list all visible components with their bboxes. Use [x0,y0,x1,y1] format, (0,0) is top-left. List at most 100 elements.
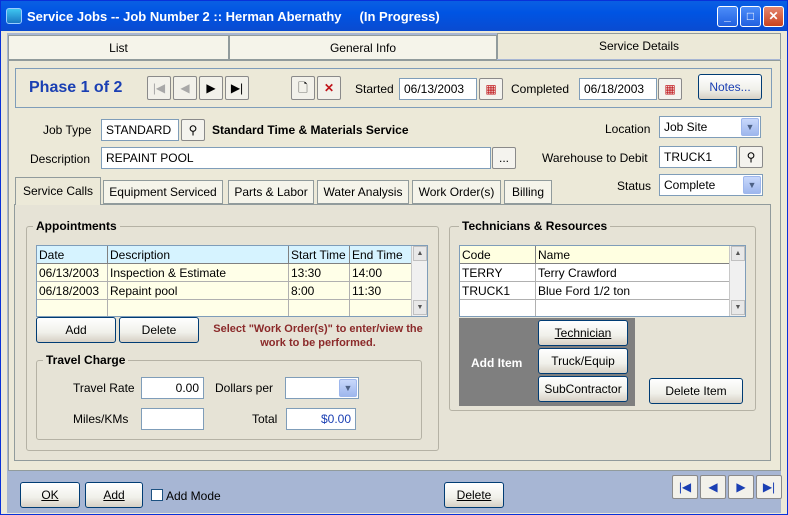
dollars-per-select[interactable]: ▼ [285,377,359,399]
next-phase-button[interactable]: ▶ [199,76,223,100]
last-phase-button[interactable]: ▶| [225,76,249,100]
started-date-field[interactable]: 06/13/2003 [399,78,477,100]
add-appointment-button[interactable]: Add [36,317,116,343]
location-value: Job Site [664,120,708,134]
delete-button[interactable]: Delete [444,482,504,508]
delete-appointment-button[interactable]: Delete [119,317,199,343]
table-row-cell[interactable] [536,300,731,316]
table-row-cell[interactable] [350,300,412,316]
table-row-cell[interactable]: 8:00 [289,282,350,300]
col-date[interactable]: Date [37,246,108,264]
window-title: Service Jobs -- Job Number 2 :: Herman A… [27,9,440,24]
technicians-grid[interactable]: Code Name TERRY Terry Crawford TRUCK1 Bl… [459,245,746,317]
warehouse-label: Warehouse to Debit [542,151,648,165]
table-row-cell[interactable] [108,300,289,316]
table-row-cell[interactable]: 13:30 [289,264,350,282]
dollars-per-label: Dollars per [215,381,274,395]
prev-record-button[interactable]: ◀ [700,475,726,499]
technicians-scrollbar[interactable]: ▲ ▼ [729,246,745,316]
table-row-cell[interactable] [289,300,350,316]
add-subcontractor-button[interactable]: SubContractor [538,376,628,402]
scroll-down-icon[interactable]: ▼ [731,300,745,315]
delete-item-button[interactable]: Delete Item [649,378,743,404]
col-description[interactable]: Description [108,246,289,264]
scroll-down-icon[interactable]: ▼ [413,300,427,315]
last-record-button[interactable]: ▶| [756,475,782,499]
table-row-cell[interactable]: Terry Crawford [536,264,731,282]
add-truck-equip-button[interactable]: Truck/Equip [538,348,628,374]
add-technician-button[interactable]: Technician [538,320,628,346]
notes-button[interactable]: Notes... [698,74,762,100]
calendar-icon: ▦ [485,82,497,96]
maximize-button[interactable]: □ [740,6,761,27]
warehouse-field[interactable]: TRUCK1 [659,146,737,168]
table-row-cell[interactable]: TRUCK1 [460,282,536,300]
appointments-grid[interactable]: Date Description Start Time End Time 06/… [36,245,428,317]
total-field: $0.00 [286,408,356,430]
subtab-equipment-serviced[interactable]: Equipment Serviced [103,180,223,204]
table-row-cell[interactable]: 06/18/2003 [37,282,108,300]
add-button[interactable]: Add [85,482,143,508]
prev-icon: ◀ [180,81,190,95]
description-field[interactable]: REPAINT POOL [101,147,491,169]
started-label: Started [355,82,394,96]
table-row-cell[interactable]: Repaint pool [108,282,289,300]
table-row-cell[interactable] [460,300,536,316]
delete-phase-button[interactable]: ✕ [317,76,341,100]
subtab-work-orders[interactable]: Work Order(s) [412,180,501,204]
dropdown-arrow-icon: ▼ [743,176,761,194]
ok-button[interactable]: OK [20,482,80,508]
tab-general-info[interactable]: General Info [229,35,497,60]
subtab-service-calls[interactable]: Service Calls [15,177,101,205]
minimize-button[interactable]: _ [717,6,738,27]
appointments-scrollbar[interactable]: ▲ ▼ [411,246,427,316]
add-mode-checkbox[interactable] [151,489,163,501]
job-type-lookup-button[interactable]: ⚲ [181,119,205,141]
warehouse-lookup-button[interactable]: ⚲ [739,146,763,168]
job-type-field[interactable]: STANDARD [101,119,179,141]
scroll-up-icon[interactable]: ▲ [413,246,427,261]
next-record-button[interactable]: ▶ [728,475,754,499]
table-row-cell[interactable]: Blue Ford 1/2 ton [536,282,731,300]
subtab-billing[interactable]: Billing [504,180,552,204]
table-row-cell[interactable]: Inspection & Estimate [108,264,289,282]
subtab-parts-labor[interactable]: Parts & Labor [228,180,314,204]
description-more-button[interactable]: ... [492,147,516,169]
table-row-cell[interactable]: 06/13/2003 [37,264,108,282]
col-name[interactable]: Name [536,246,731,264]
new-document-icon: 🗋 [298,81,308,95]
table-row-cell[interactable]: 11:30 [350,282,412,300]
add-item-label: Add Item [471,356,523,370]
next-icon: ▶ [206,81,216,95]
subtab-water-analysis[interactable]: Water Analysis [317,180,409,204]
tab-list[interactable]: List [8,35,229,60]
status-select[interactable]: Complete ▼ [659,174,763,196]
app-icon [6,8,22,24]
completed-date-field[interactable]: 06/18/2003 [579,78,657,100]
binoculars-icon: ⚲ [746,150,756,164]
col-code[interactable]: Code [460,246,536,264]
first-record-button[interactable]: |◀ [672,475,698,499]
first-phase-button[interactable]: |◀ [147,76,171,100]
technicians-title: Technicians & Resources [459,219,611,233]
close-button[interactable]: ✕ [763,6,784,27]
location-label: Location [605,122,651,136]
col-end-time[interactable]: End Time [350,246,412,264]
travel-charge-title: Travel Charge [43,353,129,367]
col-start-time[interactable]: Start Time [289,246,350,264]
location-select[interactable]: Job Site ▼ [659,116,761,138]
job-type-description: Standard Time & Materials Service [212,123,409,137]
table-row-cell[interactable]: 14:00 [350,264,412,282]
dropdown-arrow-icon: ▼ [741,118,759,136]
table-row-cell[interactable] [37,300,108,316]
completed-calendar-button[interactable]: ▦ [658,78,682,100]
new-phase-button[interactable]: 🗋 [291,76,315,100]
started-calendar-button[interactable]: ▦ [479,78,503,100]
tab-service-details[interactable]: Service Details [497,33,781,59]
last-icon: ▶| [762,480,776,494]
travel-rate-field[interactable]: 0.00 [141,377,204,399]
scroll-up-icon[interactable]: ▲ [731,246,745,261]
prev-phase-button[interactable]: ◀ [173,76,197,100]
miles-field[interactable] [141,408,204,430]
table-row-cell[interactable]: TERRY [460,264,536,282]
